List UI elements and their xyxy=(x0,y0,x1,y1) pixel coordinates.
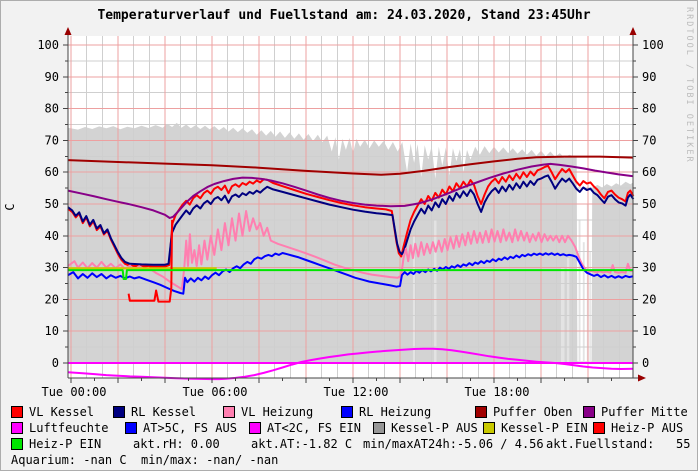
legend-item-kessel-p-ein: Kessel-P EIN xyxy=(483,420,588,435)
legend-swatch xyxy=(125,421,137,434)
legend-label: Luftfeuchte xyxy=(29,420,109,435)
legend-label: VL Heizung xyxy=(241,404,314,419)
legend-swatch xyxy=(583,405,595,418)
legend-label: RL Kessel xyxy=(131,404,197,419)
legend-swatch xyxy=(223,405,235,418)
legend-item-heiz-p-ein: Heiz-P EIN xyxy=(11,436,102,451)
legend-swatch xyxy=(341,405,353,418)
legend-item-rl-heizung: RL Heizung xyxy=(341,404,432,419)
rrdtool-graph-window: Temperaturverlauf und Fuellstand am: 24.… xyxy=(0,0,698,471)
legend-swatch xyxy=(373,421,385,434)
legend-item-at-gt5: AT>5C, FS AUS xyxy=(125,420,237,435)
legend-label: AT>5C, FS AUS xyxy=(143,420,237,435)
legend-label: akt.Fuellstand: 55 xyxy=(546,436,691,451)
legend-swatch xyxy=(113,405,125,418)
legend-label: Puffer Mitte xyxy=(601,404,688,419)
legend-label: Kessel-P AUS xyxy=(391,420,478,435)
legend: VL Kessel RL Kessel VL Heizung RL Heizung Pu… xyxy=(1,1,697,470)
stat-akt-fuellstand: akt.Fuellstand: 55 xyxy=(546,436,691,451)
legend-item-vl-heizung: VL Heizung xyxy=(223,404,314,419)
legend-label: VL Kessel xyxy=(29,404,95,419)
legend-label: min/maxAT24h:-5.06 / 4.56 xyxy=(363,436,544,451)
legend-label: Aquarium: -nan C min/max: -nan/ -nan xyxy=(11,452,279,467)
legend-swatch xyxy=(249,421,261,434)
legend-label: Puffer Oben xyxy=(493,404,573,419)
legend-swatch xyxy=(483,421,495,434)
legend-label: akt.rH: 0.00 xyxy=(133,436,220,451)
stat-aquarium: Aquarium: -nan C min/max: -nan/ -nan xyxy=(11,452,279,467)
legend-label: Heiz-P AUS xyxy=(611,420,684,435)
stat-minmax-at24h: min/maxAT24h:-5.06 / 4.56 xyxy=(363,436,544,451)
legend-item-heiz-p-aus: Heiz-P AUS xyxy=(593,420,684,435)
legend-label: akt.AT:-1.82 C xyxy=(251,436,353,451)
legend-label: RL Heizung xyxy=(359,404,432,419)
legend-label: Heiz-P EIN xyxy=(29,436,102,451)
stat-akt-rh: akt.rH: 0.00 xyxy=(133,436,220,451)
legend-swatch xyxy=(11,437,23,450)
legend-item-kessel-p-aus: Kessel-P AUS xyxy=(373,420,478,435)
legend-swatch xyxy=(593,421,605,434)
legend-label: AT<2C, FS EIN xyxy=(267,420,361,435)
legend-item-puffer-mitte: Puffer Mitte xyxy=(583,404,688,419)
legend-swatch xyxy=(475,405,487,418)
legend-swatch xyxy=(11,421,23,434)
legend-item-luftfeuchte: Luftfeuchte xyxy=(11,420,109,435)
legend-item-rl-kessel: RL Kessel xyxy=(113,404,197,419)
legend-item-vl-kessel: VL Kessel xyxy=(11,404,95,419)
stat-akt-at: akt.AT:-1.82 C xyxy=(251,436,353,451)
legend-swatch xyxy=(11,405,23,418)
legend-item-puffer-oben: Puffer Oben xyxy=(475,404,573,419)
legend-item-at-lt2: AT<2C, FS EIN xyxy=(249,420,361,435)
legend-label: Kessel-P EIN xyxy=(501,420,588,435)
